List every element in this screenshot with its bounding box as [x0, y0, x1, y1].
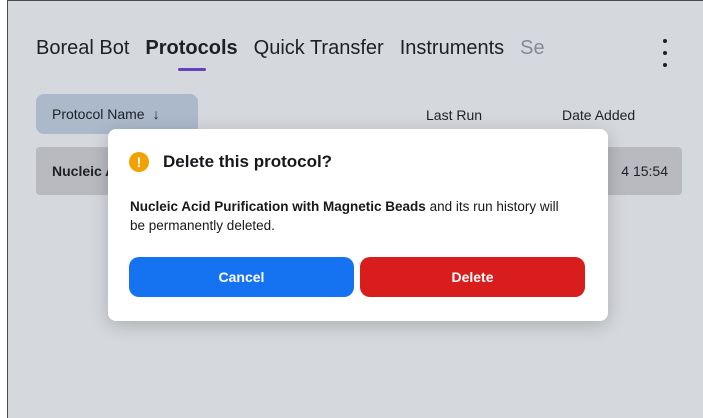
delete-protocol-dialog: ! Delete this protocol? Nucleic Acid Pur… [108, 129, 608, 321]
dialog-title: Delete this protocol? [163, 152, 333, 171]
warning-icon: ! [129, 152, 149, 172]
app-screen: Boreal Bot Protocols Quick Transfer Inst… [7, 0, 703, 418]
protocol-name-emphasis: Nucleic Acid Purification with Magnetic … [130, 199, 426, 214]
delete-button[interactable]: Delete [360, 257, 585, 297]
dialog-header: ! Delete this protocol? [129, 152, 332, 172]
cancel-button[interactable]: Cancel [129, 257, 354, 297]
dialog-message: Nucleic Acid Purification with Magnetic … [130, 197, 570, 235]
